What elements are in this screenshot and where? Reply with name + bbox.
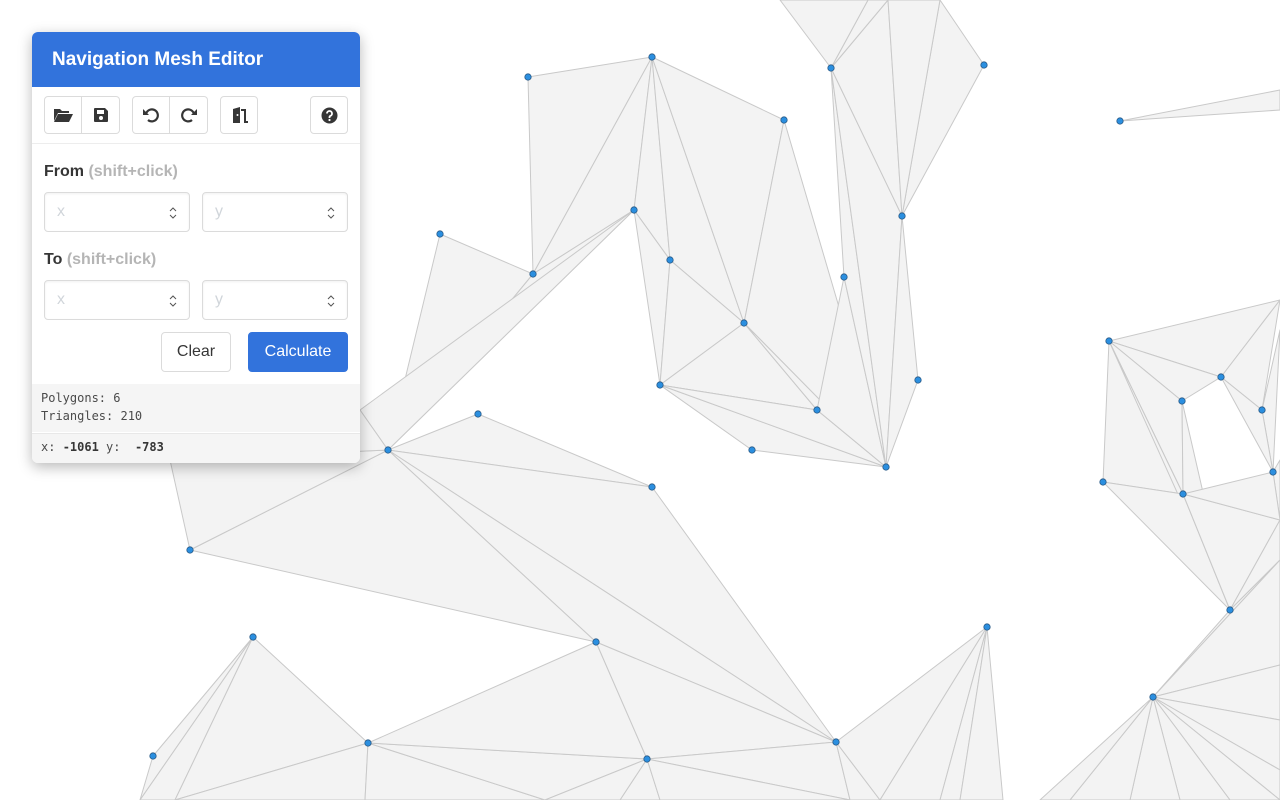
mesh-vertex[interactable] xyxy=(630,206,638,214)
mesh-vertex[interactable] xyxy=(648,53,656,61)
spinner-icon[interactable] xyxy=(327,205,335,221)
to-x-placeholder: x xyxy=(57,291,65,308)
mesh-vertex[interactable] xyxy=(1258,406,1266,414)
from-x-input[interactable]: x xyxy=(44,192,190,232)
mesh-vertex[interactable] xyxy=(740,319,748,327)
from-y-input[interactable]: y xyxy=(202,192,348,232)
mesh-vertex[interactable] xyxy=(983,623,991,631)
mesh-vertex[interactable] xyxy=(1179,490,1187,498)
from-y-placeholder: y xyxy=(215,203,223,220)
mesh-vertex[interactable] xyxy=(249,633,257,641)
mesh-vertex[interactable] xyxy=(656,381,664,389)
mesh-triangle xyxy=(359,209,635,451)
mesh-vertex[interactable] xyxy=(780,116,788,124)
mesh-vertex[interactable] xyxy=(436,230,444,238)
to-y-input[interactable]: y xyxy=(202,280,348,320)
calculate-button[interactable]: Calculate xyxy=(248,332,348,372)
from-hint: (shift+click) xyxy=(88,163,178,180)
mesh-triangle xyxy=(1119,89,1280,122)
mesh-vertex[interactable] xyxy=(914,376,922,384)
spinner-icon[interactable] xyxy=(169,293,177,309)
mesh-vertex[interactable] xyxy=(1116,117,1124,125)
to-section: To (shift+click) x y Clear Calculate xyxy=(32,251,360,372)
cursor-coordinates: x: -1061 y: -783 xyxy=(32,433,360,463)
mesh-vertex[interactable] xyxy=(529,270,537,278)
mesh-vertex[interactable] xyxy=(524,73,532,81)
redo-icon xyxy=(180,108,197,123)
mesh-vertex[interactable] xyxy=(149,752,157,760)
mesh-vertex[interactable] xyxy=(748,446,756,454)
save-icon xyxy=(93,108,108,122)
help-button[interactable] xyxy=(310,96,348,134)
mesh-stats: Polygons: 6 Triangles: 210 xyxy=(32,384,360,432)
mesh-vertex[interactable] xyxy=(813,406,821,414)
mesh-vertex[interactable] xyxy=(592,638,600,646)
mesh-vertex[interactable] xyxy=(980,61,988,69)
mesh-vertex[interactable] xyxy=(648,483,656,491)
mesh-vertex[interactable] xyxy=(1217,373,1225,381)
mesh-vertex[interactable] xyxy=(1099,478,1107,486)
polygons-stat: Polygons: 6 xyxy=(41,391,121,405)
to-label: To xyxy=(44,251,63,268)
exit-group xyxy=(220,96,258,134)
mesh-vertex[interactable] xyxy=(1149,693,1157,701)
mesh-vertex[interactable] xyxy=(643,755,651,763)
mesh-vertex[interactable] xyxy=(1178,397,1186,405)
question-circle-icon xyxy=(321,107,337,123)
mesh-vertex[interactable] xyxy=(1105,337,1113,345)
cursor-y: -783 xyxy=(134,440,164,454)
open-button[interactable] xyxy=(44,96,82,134)
undo-button[interactable] xyxy=(132,96,170,134)
mesh-vertex[interactable] xyxy=(186,546,194,554)
door-open-icon xyxy=(230,107,248,123)
save-button[interactable] xyxy=(82,96,120,134)
from-label: From xyxy=(44,163,84,180)
triangles-stat: Triangles: 210 xyxy=(41,409,143,423)
file-group xyxy=(44,96,120,134)
mesh-vertex[interactable] xyxy=(827,64,835,72)
from-section: From (shift+click) x y xyxy=(32,163,360,232)
polygons-count: 6 xyxy=(113,391,121,405)
mesh-vertex[interactable] xyxy=(882,463,890,471)
cursor-x: -1061 xyxy=(62,440,99,454)
mesh-vertex[interactable] xyxy=(898,212,906,220)
exit-button[interactable] xyxy=(220,96,258,134)
mesh-vertex[interactable] xyxy=(474,410,482,418)
to-y-placeholder: y xyxy=(215,291,223,308)
mesh-vertex[interactable] xyxy=(384,446,392,454)
to-x-input[interactable]: x xyxy=(44,280,190,320)
editor-panel: Navigation Mesh Editor From (shift+click… xyxy=(32,32,360,463)
mesh-vertex[interactable] xyxy=(364,739,372,747)
toolbar xyxy=(32,87,360,144)
to-hint: (shift+click) xyxy=(66,251,157,268)
panel-title: Navigation Mesh Editor xyxy=(32,32,360,87)
from-x-placeholder: x xyxy=(57,203,65,220)
mesh-vertex[interactable] xyxy=(1269,468,1277,476)
folder-open-icon xyxy=(54,109,73,122)
triangles-count: 210 xyxy=(120,409,143,423)
mesh-vertex[interactable] xyxy=(832,738,840,746)
undo-icon xyxy=(143,108,159,123)
mesh-vertex[interactable] xyxy=(840,273,848,281)
mesh-vertex[interactable] xyxy=(1226,606,1234,614)
spinner-icon[interactable] xyxy=(327,293,335,309)
mesh-vertex[interactable] xyxy=(666,256,674,264)
help-group xyxy=(310,96,348,134)
clear-button[interactable]: Clear xyxy=(161,332,231,372)
redo-button[interactable] xyxy=(170,96,208,134)
spinner-icon[interactable] xyxy=(169,205,177,221)
history-group xyxy=(132,96,208,134)
